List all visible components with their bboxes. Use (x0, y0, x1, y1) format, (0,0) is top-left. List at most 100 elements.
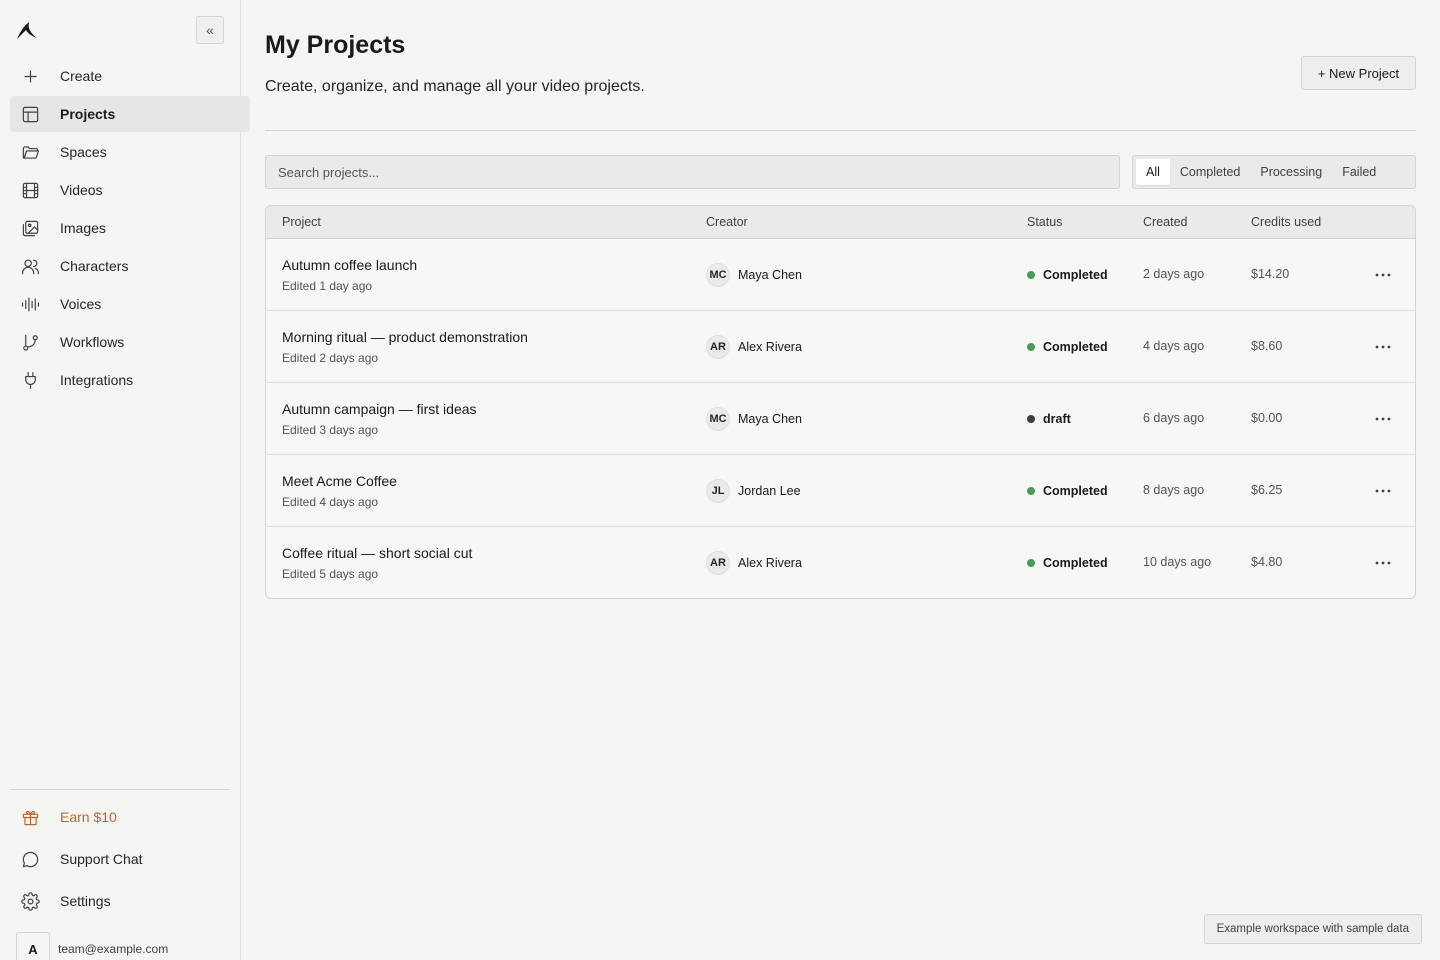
column-header-creator[interactable]: Creator (706, 215, 748, 229)
header-divider (265, 130, 1416, 131)
folder-icon (20, 142, 40, 162)
sidebar-item-integrations[interactable]: Integrations (10, 362, 250, 398)
project-name[interactable]: Meet Acme Coffee (282, 473, 397, 489)
sidebar-item-label: Images (60, 220, 106, 236)
column-header-created[interactable]: Created (1143, 215, 1187, 229)
sidebar-item-label: Voices (60, 296, 102, 312)
created-date: 2 days ago (1143, 267, 1205, 281)
avatar: AR (706, 551, 730, 575)
avatar: AR (706, 335, 730, 359)
created-date: 6 days ago (1143, 411, 1205, 425)
layout-icon (20, 104, 40, 124)
creator-name: Maya Chen (738, 412, 802, 426)
status-dot (1027, 487, 1035, 495)
creator: AR Alex Rivera (706, 335, 802, 359)
status-badge: draft (1027, 412, 1071, 426)
sidebar-item-label: Projects (60, 106, 116, 122)
sidebar-divider (10, 789, 230, 790)
creator: MC Maya Chen (706, 263, 802, 287)
status-filter-tabs: All Completed Processing Failed (1132, 155, 1416, 189)
avatar[interactable]: A (16, 932, 50, 960)
sidebar-item-label: Workflows (60, 334, 125, 350)
sidebar-item-workflows[interactable]: Workflows (10, 324, 250, 360)
project-name[interactable]: Autumn coffee launch (282, 257, 417, 273)
sidebar-item-create[interactable]: Create (10, 58, 250, 94)
sidebar-item-characters[interactable]: Characters (10, 248, 250, 284)
status-dot (1027, 415, 1035, 423)
project-name[interactable]: Morning ritual — product demonstration (282, 329, 528, 345)
more-options-icon[interactable] (1371, 263, 1395, 287)
avatar: MC (706, 407, 730, 431)
filter-processing[interactable]: Processing (1250, 159, 1332, 185)
avatar: MC (706, 263, 730, 287)
sidebar-item-settings[interactable]: Settings (10, 882, 230, 920)
created-date: 8 days ago (1143, 483, 1205, 497)
project-edited: Edited 5 days ago (282, 567, 379, 581)
sidebar-item-label: Integrations (60, 372, 134, 388)
table-row[interactable]: Autumn coffee launch Edited 1 day ago MC… (266, 239, 1415, 311)
collapse-sidebar-button[interactable]: « (196, 16, 224, 44)
users-icon (20, 256, 40, 276)
creator-name: Jordan Lee (738, 484, 801, 498)
created-date: 4 days ago (1143, 339, 1205, 353)
sidebar-item-earn[interactable]: Earn $10 (10, 798, 230, 836)
status-label: Completed (1043, 556, 1108, 570)
creator: AR Alex Rivera (706, 551, 802, 575)
credits-used: $6.25 (1251, 483, 1283, 497)
film-icon (20, 180, 40, 200)
creator: JL Jordan Lee (706, 479, 801, 503)
created-date: 10 days ago (1143, 555, 1212, 569)
sidebar-item-label: Settings (60, 893, 111, 909)
brand-logo-icon[interactable] (16, 20, 38, 40)
sidebar-item-support-chat[interactable]: Support Chat (10, 840, 230, 878)
sidebar-item-label: Create (60, 68, 103, 84)
sidebar-item-spaces[interactable]: Spaces (10, 134, 250, 170)
sidebar-item-videos[interactable]: Videos (10, 172, 250, 208)
page-subtitle: Create, organize, and manage all your vi… (265, 78, 645, 95)
column-header-project[interactable]: Project (282, 215, 321, 229)
table-row[interactable]: Meet Acme Coffee Edited 4 days ago JL Jo… (266, 455, 1415, 527)
sidebar-item-projects[interactable]: Projects (10, 96, 250, 132)
search-input[interactable] (265, 155, 1120, 189)
plug-icon (20, 370, 40, 390)
more-options-icon[interactable] (1371, 335, 1395, 359)
table-header: Project Creator Status Created Credits u… (266, 206, 1415, 239)
filter-all[interactable]: All (1136, 159, 1170, 185)
project-name[interactable]: Autumn campaign — first ideas (282, 401, 477, 417)
project-name[interactable]: Coffee ritual — short social cut (282, 545, 472, 561)
sample-data-notice: Example workspace with sample data (1203, 914, 1422, 944)
git-branch-icon (20, 332, 40, 352)
status-dot (1027, 271, 1035, 279)
table-row[interactable]: Coffee ritual — short social cut Edited … (266, 527, 1415, 598)
status-label: Completed (1043, 268, 1108, 282)
status-label: Completed (1043, 340, 1108, 354)
sidebar-item-voices[interactable]: Voices (10, 286, 250, 322)
images-icon (20, 218, 40, 238)
sidebar-item-label: Support Chat (60, 851, 143, 867)
table-row[interactable]: Morning ritual — product demonstration E… (266, 311, 1415, 383)
filter-failed[interactable]: Failed (1332, 159, 1386, 185)
more-options-icon[interactable] (1371, 551, 1395, 575)
page-title: My Projects (265, 31, 406, 59)
column-header-status[interactable]: Status (1027, 215, 1062, 229)
projects-table: Project Creator Status Created Credits u… (265, 205, 1416, 599)
more-options-icon[interactable] (1371, 479, 1395, 503)
column-header-credits[interactable]: Credits used (1251, 215, 1321, 229)
creator: MC Maya Chen (706, 407, 802, 431)
account-menu[interactable]: A team@example.com (16, 932, 168, 960)
creator-name: Maya Chen (738, 268, 802, 282)
status-dot (1027, 343, 1035, 351)
sidebar-item-label: Characters (60, 258, 129, 274)
credits-used: $4.80 (1251, 555, 1283, 569)
more-options-icon[interactable] (1371, 407, 1395, 431)
status-badge: Completed (1027, 268, 1108, 282)
creator-name: Alex Rivera (738, 556, 802, 570)
sidebar: « Create Projects Spaces Videos Images C… (0, 0, 250, 960)
message-circle-icon (20, 849, 40, 869)
filter-completed[interactable]: Completed (1170, 159, 1250, 185)
credits-used: $0.00 (1251, 411, 1283, 425)
sidebar-item-images[interactable]: Images (10, 210, 250, 246)
new-project-button[interactable]: + New Project (1301, 56, 1416, 90)
table-row[interactable]: Autumn campaign — first ideas Edited 3 d… (266, 383, 1415, 455)
status-badge: Completed (1027, 556, 1108, 570)
